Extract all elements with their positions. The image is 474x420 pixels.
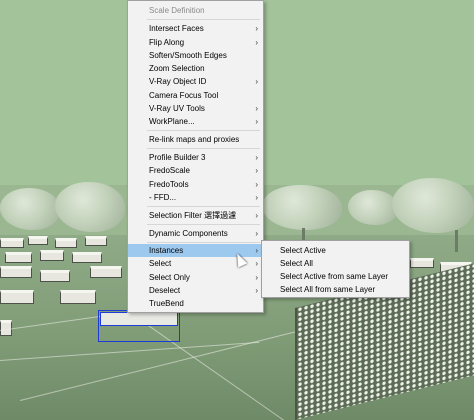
scene-block	[85, 236, 107, 246]
menu-item-intersect-faces[interactable]: Intersect Faces ›	[128, 22, 263, 35]
menu-item-deselect[interactable]: Deselect ›	[128, 284, 263, 297]
menu-item-camera-focus-tool[interactable]: Camera Focus Tool	[128, 89, 263, 102]
chevron-right-icon: ›	[255, 153, 258, 162]
scene-block	[55, 238, 77, 248]
menu-separator	[147, 19, 260, 20]
menu-separator	[147, 130, 260, 131]
menu-item-fredoscale[interactable]: FredoScale ›	[128, 164, 263, 177]
menu-header-scale-definition: Scale Definition	[149, 6, 205, 15]
menu-separator	[147, 148, 260, 149]
chevron-right-icon: ›	[255, 211, 258, 220]
scene-block	[28, 236, 48, 245]
menu-item-ffd[interactable]: - FFD... ›	[128, 191, 263, 204]
chevron-right-icon: ›	[255, 117, 258, 126]
menu-item-zoom-selection[interactable]: Zoom Selection	[128, 62, 263, 75]
scene-block	[72, 252, 102, 263]
tree-model	[55, 182, 125, 232]
scene-block	[60, 290, 96, 304]
menu-item-dynamic-components[interactable]: Dynamic Components ›	[128, 227, 263, 240]
tree-trunk	[455, 230, 458, 252]
scene-block	[0, 290, 34, 304]
menu-separator	[147, 206, 260, 207]
menu-item-fredotools[interactable]: FredoTools ›	[128, 178, 263, 191]
menu-item-flip-along[interactable]: Flip Along ›	[128, 36, 263, 49]
chevron-right-icon: ›	[255, 286, 258, 295]
chevron-right-icon: ›	[255, 38, 258, 47]
tree-model	[0, 188, 60, 230]
chevron-right-icon: ›	[255, 104, 258, 113]
scene-block	[40, 250, 64, 261]
chevron-right-icon: ›	[255, 24, 258, 33]
scene-block	[40, 270, 70, 282]
submenu-item-select-active-same-layer[interactable]: Select Active from same Layer	[262, 270, 409, 283]
submenu-item-select-active[interactable]: Select Active	[262, 244, 409, 257]
chevron-right-icon: ›	[255, 259, 258, 268]
submenu-item-select-all[interactable]: Select All	[262, 257, 409, 270]
tree-model	[348, 190, 398, 225]
menu-separator	[147, 224, 260, 225]
menu-item-vray-uv-tools[interactable]: V-Ray UV Tools ›	[128, 102, 263, 115]
chevron-right-icon: ›	[255, 229, 258, 238]
scene-block	[410, 258, 434, 268]
menu-item-relink-maps[interactable]: Re-link maps and proxies	[128, 133, 263, 146]
menu-item-truebend[interactable]: TrueBend	[128, 297, 263, 310]
scene-block	[0, 238, 24, 248]
menu-item-soften-smooth-edges[interactable]: Soften/Smooth Edges	[128, 49, 263, 62]
chevron-right-icon: ›	[255, 193, 258, 202]
menu-separator	[147, 242, 260, 243]
scene-block	[5, 252, 32, 263]
menu-item-workplane[interactable]: WorkPlane... ›	[128, 115, 263, 128]
chevron-right-icon: ›	[255, 273, 258, 282]
instances-submenu: Select Active Select All Select Active f…	[261, 240, 410, 298]
menu-item-vray-object-id[interactable]: V-Ray Object ID ›	[128, 75, 263, 88]
scene-block	[90, 266, 122, 278]
chevron-right-icon: ›	[255, 166, 258, 175]
chevron-right-icon: ›	[255, 77, 258, 86]
submenu-item-select-all-same-layer[interactable]: Select All from same Layer	[262, 283, 409, 296]
menu-item-select-only[interactable]: Select Only ›	[128, 271, 263, 284]
scene-block	[0, 266, 32, 278]
chevron-right-icon: ›	[255, 180, 258, 189]
menu-item-selection-filter[interactable]: Selection Filter 選擇過濾 ›	[128, 209, 263, 222]
selected-component-top	[100, 312, 178, 326]
menu-item-profile-builder-3[interactable]: Profile Builder 3 ›	[128, 151, 263, 164]
chevron-right-icon: ›	[255, 246, 258, 255]
context-menu: Scale Definition Intersect Faces › Flip …	[127, 0, 264, 313]
